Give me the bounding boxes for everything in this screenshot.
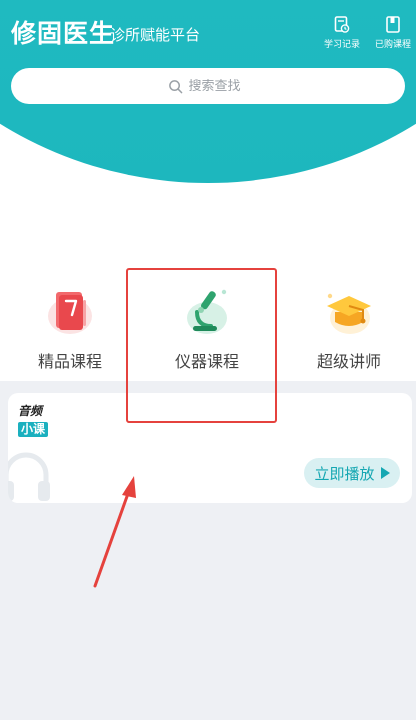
purchased-courses-icon bbox=[386, 16, 400, 33]
microscope-icon bbox=[187, 289, 227, 334]
category-premium-courses[interactable]: 精品课程 bbox=[10, 286, 130, 376]
purchased-courses-button[interactable]: 已购课程 bbox=[369, 16, 416, 52]
book-icon bbox=[48, 292, 92, 334]
search-bar[interactable] bbox=[11, 68, 405, 104]
purchased-courses-label: 已购课程 bbox=[374, 40, 411, 50]
play-icon bbox=[380, 467, 390, 479]
audio-lesson-card[interactable]: 音频 小课 立即播放 bbox=[8, 393, 412, 503]
headphone-icon bbox=[8, 452, 50, 501]
badge-subtitle: 小课 bbox=[18, 422, 49, 437]
title-bar: 修固医生 诊所赋能平台 学习记录 已购课程 bbox=[0, 0, 416, 66]
category-label: 仪器课程 bbox=[174, 352, 239, 371]
study-history-icon bbox=[334, 16, 350, 33]
category-instrument-courses[interactable]: 仪器课程 bbox=[147, 286, 267, 376]
play-now-button[interactable]: 立即播放 bbox=[304, 458, 400, 488]
play-now-label: 立即播放 bbox=[314, 464, 375, 483]
study-history-label: 学习记录 bbox=[323, 40, 360, 50]
badge-title: 音频 bbox=[18, 404, 43, 418]
audio-lesson-badge: 音频 小课 bbox=[18, 404, 62, 437]
study-history-button[interactable]: 学习记录 bbox=[318, 16, 366, 52]
category-label: 精品课程 bbox=[37, 352, 102, 371]
search-icon bbox=[168, 79, 182, 93]
app-name: 修固医生 bbox=[11, 19, 116, 48]
category-label: 超级讲师 bbox=[316, 352, 381, 371]
graduation-cap-icon bbox=[327, 293, 371, 334]
category-super-lecturers[interactable]: 超级讲师 bbox=[289, 286, 409, 376]
app-slogan: 诊所赋能平台 bbox=[110, 26, 201, 44]
search-input[interactable] bbox=[188, 78, 249, 94]
